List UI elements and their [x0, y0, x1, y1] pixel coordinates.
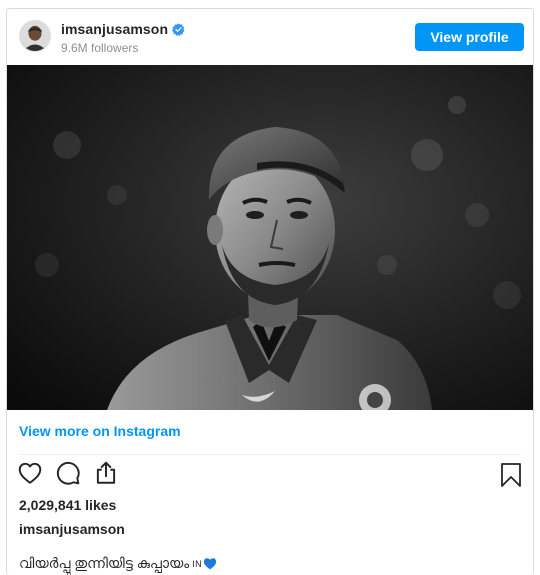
follower-count: 9.6M followers [61, 41, 139, 55]
caption-text: വിയർപ്പു തുന്നിയിട്ട കുപ്പായം [19, 555, 190, 571]
blue-heart-icon [204, 558, 217, 570]
bookmark-icon[interactable] [499, 462, 523, 488]
action-bar [17, 460, 119, 490]
avatar[interactable] [19, 20, 51, 52]
divider [19, 454, 521, 455]
username-row: imsanjusamson [61, 21, 185, 37]
instagram-embed-card: imsanjusamson 9.6M followers View profil… [6, 8, 534, 575]
caption-suffix: IN [192, 558, 203, 569]
post-header: imsanjusamson 9.6M followers View profil… [7, 9, 533, 65]
post-photo[interactable] [7, 65, 533, 410]
caption-username[interactable]: imsanjusamson [19, 521, 125, 537]
share-icon[interactable] [93, 460, 119, 486]
caption: വിയർപ്പു തുന്നിയിട്ട കുപ്പായം IN [19, 555, 217, 572]
heart-icon[interactable] [17, 460, 43, 486]
like-count[interactable]: 2,029,841 likes [19, 497, 116, 513]
view-more-link[interactable]: View more on Instagram [19, 423, 181, 439]
verified-badge-icon [172, 22, 185, 36]
comment-icon[interactable] [55, 460, 81, 486]
avatar-image [20, 21, 50, 51]
view-profile-button[interactable]: View profile [415, 23, 524, 51]
username-link[interactable]: imsanjusamson [61, 21, 168, 37]
post-photo-image [7, 65, 533, 410]
